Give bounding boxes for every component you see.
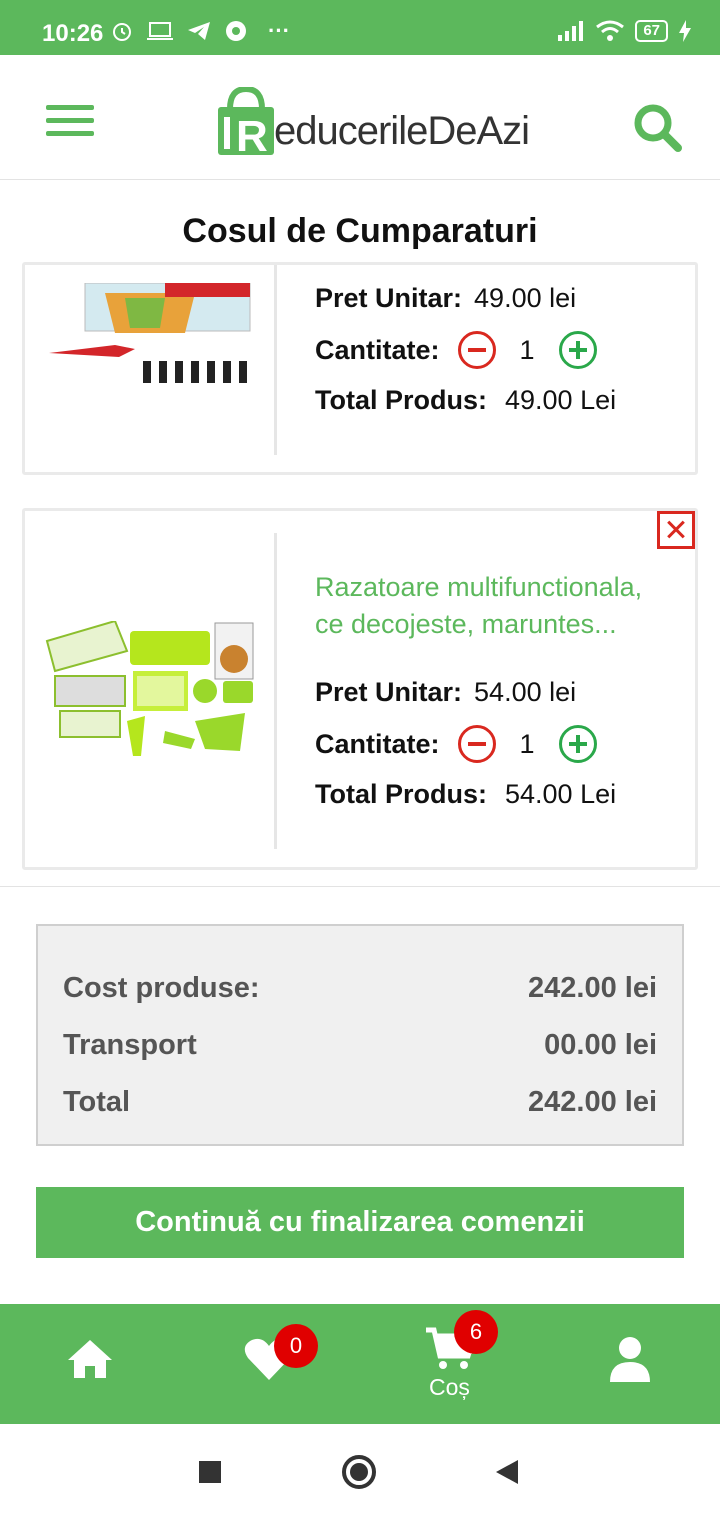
quantity-label: Cantitate: (315, 728, 440, 759)
status-time: 10:26 (42, 20, 104, 47)
status-system-icons: 67 (557, 20, 692, 42)
wishlist-badge: 0 (274, 1324, 318, 1368)
search-icon[interactable] (632, 102, 684, 154)
product-title-line2[interactable]: ce decojeste, maruntes... (315, 606, 695, 643)
transport-label: Transport (63, 1029, 197, 1061)
unit-price-label: Pret Unitar: (315, 283, 463, 313)
charging-icon (679, 20, 691, 42)
logo-bag-icon: R (218, 87, 274, 157)
user-icon (610, 1337, 650, 1382)
cart-badge: 6 (454, 1310, 498, 1354)
nav-wishlist[interactable]: 0 (240, 1304, 330, 1424)
decrease-quantity-button[interactable] (457, 331, 496, 369)
telegram-icon (188, 22, 210, 40)
products-cost-value: 242.00 lei (528, 972, 657, 1004)
logo[interactable]: R educerileDeAzi (216, 87, 530, 157)
total-product-label: Total Produs: (315, 779, 487, 809)
order-summary: Cost produse: 242.00 lei Transport 00.00… (36, 924, 684, 1146)
cart-item: Pret Unitar: 49.00 lei Cantitate: 1 Tota… (22, 262, 698, 475)
products-cost-label: Cost produse: (63, 972, 260, 1004)
battery-icon: 67 (635, 20, 668, 42)
product-title[interactable]: Razatoare multifunctionala, (315, 569, 695, 606)
unit-price: 54.00 lei (474, 677, 577, 707)
app-header: R educerileDeAzi (0, 55, 720, 180)
home-icon (68, 1340, 112, 1378)
signal-icon (558, 21, 584, 41)
product-image[interactable] (45, 621, 255, 761)
home-button[interactable] (342, 1455, 376, 1489)
quantity-label: Cantitate: (315, 334, 440, 365)
total-product-label: Total Produs: (315, 385, 487, 415)
nav-home[interactable] (60, 1304, 120, 1424)
back-button[interactable] (494, 1458, 520, 1486)
cart-item: Razatoare multifunctionala, ce decojeste… (22, 508, 698, 870)
menu-icon[interactable] (46, 105, 94, 137)
logo-text: educerileDeAzi (274, 109, 530, 153)
transport-value: 00.00 lei (544, 1029, 657, 1061)
increase-quantity-button[interactable] (558, 725, 597, 763)
divider (0, 886, 720, 887)
nav-account[interactable] (600, 1304, 660, 1424)
total-product-value: 49.00 Lei (505, 385, 617, 415)
system-nav-bar (0, 1424, 720, 1520)
recent-apps-button[interactable] (199, 1461, 221, 1483)
increase-quantity-button[interactable] (558, 331, 597, 369)
status-notification-icons: ··· (110, 18, 290, 44)
bottom-nav: 0 6 Coș (0, 1304, 720, 1424)
quantity-value: 1 (519, 728, 535, 759)
status-bar: 10:26 ··· 67 (0, 0, 720, 55)
total-value: 242.00 lei (528, 1086, 657, 1118)
chrome-icon (226, 21, 246, 41)
unit-price-label: Pret Unitar: (315, 677, 463, 707)
alarm-icon (113, 23, 131, 41)
page-title: Cosul de Cumparaturi (182, 212, 538, 250)
checkout-button[interactable]: Continuă cu finalizarea comenzii (36, 1187, 684, 1258)
more-icon: ··· (268, 18, 290, 43)
total-label: Total (63, 1086, 131, 1118)
laptop-icon (147, 22, 173, 40)
total-product-value: 54.00 Lei (505, 779, 617, 809)
nav-cart[interactable]: 6 Coș (420, 1304, 520, 1424)
product-image[interactable] (45, 283, 255, 393)
wifi-icon (596, 20, 625, 41)
logo-letter: R (236, 112, 268, 157)
decrease-quantity-button[interactable] (457, 725, 496, 763)
unit-price: 49.00 lei (474, 283, 577, 313)
quantity-value: 1 (519, 334, 535, 365)
cart-label: Coș (429, 1374, 470, 1400)
